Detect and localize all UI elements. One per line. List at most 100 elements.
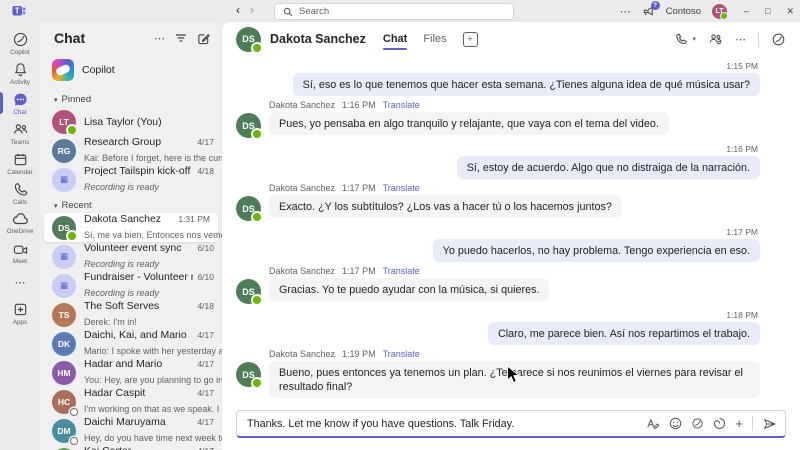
avatar[interactable]: DS [236,27,261,52]
rail-item-activity[interactable]: Activity [0,58,40,88]
message-time: 1:16 PM [726,144,758,154]
avatar: DK [52,332,76,356]
chat-timestamp: 4/17 [197,417,214,427]
forward-button[interactable]: › [250,3,254,17]
translate-link[interactable]: Translate [383,266,420,276]
sidebar-section-header[interactable]: ▾ Pinned [40,88,222,107]
status-available-icon [251,42,263,54]
chat-name: Hadar Caspit [84,387,193,399]
chat-list-item[interactable]: DM Daichi Maruyama 4/17 Hey, do you have… [40,416,222,445]
copilot-icon [12,31,29,48]
calendar-icon [12,151,29,168]
chevron-down-icon[interactable]: ▾ [692,35,696,43]
chat-list-item[interactable]: ▦ Project Tailspin kick-off 4/18 Recordi… [40,165,222,194]
sidebar-more-button[interactable]: ⋯ [154,32,165,45]
rail-item-calendar[interactable]: Calendar [0,148,40,178]
teams-logo-icon: T [12,4,26,18]
message-bubble[interactable]: Yo puedo hacerlos, no hay problema. Teng… [433,239,760,262]
chat-list-item[interactable]: DK Daichi, Kai, and Mario 4/17 Mario: I … [40,329,222,358]
presence-icon [70,408,78,416]
rail-item-apps[interactable]: Apps [0,298,40,328]
send-icon[interactable] [762,417,777,431]
teams-window: T ‹ › Search ⋯ ? Contoso LT – □ ✕ [0,0,800,450]
chat-list-item[interactable]: ▦ Fundraiser - Volunteer management ... … [40,271,222,300]
rail-item-onedrive[interactable]: OneDrive [0,208,40,238]
close-button[interactable]: ✕ [786,6,794,17]
help-badge: ? [651,1,660,10]
message-list: 1:15 PM Sí, eso es lo que tenemos que ha… [222,56,800,404]
rail-item-calls[interactable]: Calls [0,178,40,208]
add-people-button[interactable] [708,32,723,46]
message-bubble[interactable]: Pues, yo pensaba en algo tranquilo y rel… [269,112,669,135]
chat-list-item[interactable]: KC Kai Carter 4/17 You: Let me know when… [40,445,222,450]
tenant-name[interactable]: Contoso [666,6,701,17]
chat-list-item[interactable]: RG Research Group 4/17 Kai: Before I for… [40,136,222,165]
rail-item-copilot[interactable]: Copilot [0,28,40,58]
message-bubble[interactable]: Sí, estoy de acuerdo. Algo que no distra… [457,156,760,179]
message-time: 1:17 PM [342,183,376,193]
new-chat-icon[interactable] [197,32,210,45]
avatar: ▦ [52,168,76,192]
sidebar-section-header[interactable]: ▾ Recent [40,194,222,213]
avatar[interactable]: DS [236,113,261,138]
chat-list: Copilot ▾ Pinned LT Lisa Taylor (You) RG… [40,50,222,450]
chat-timestamp: 4/17 [197,137,214,147]
avatar[interactable]: DS [236,362,261,387]
tab-chat[interactable]: Chat [383,24,407,54]
translate-link[interactable]: Translate [383,349,420,359]
compose-box: + [236,410,786,438]
avatar: ▦ [52,245,76,269]
chat-list-item[interactable]: TS The Soft Serves 4/18 Derek: I'm in! [40,300,222,329]
loop-icon[interactable] [713,417,726,430]
sidebar-item-copilot[interactable]: Copilot [40,52,222,88]
rail-item-more[interactable]: ⋯ [0,268,40,298]
rail-item-teams[interactable]: Teams [0,118,40,148]
attach-plus-icon[interactable]: + [735,417,743,430]
conversation-more-button[interactable]: ⋯ [735,33,746,46]
avatar[interactable]: DS [236,196,261,221]
chat-list-item[interactable]: HM Hadar and Mario 4/17 You: Hey, are yo… [40,358,222,387]
message-bubble[interactable]: Exacto. ¿Y los subtítulos? ¿Los vas a ha… [269,195,622,218]
add-tab-button[interactable]: + [463,32,478,47]
titlebar-more-button[interactable]: ⋯ [620,5,631,18]
back-button[interactable]: ‹ [236,3,240,17]
rail-item-chat[interactable]: Chat [0,88,40,118]
user-avatar[interactable]: LT [712,4,727,19]
chat-name: Research Group [84,136,193,148]
message-input[interactable] [247,418,637,430]
chat-preview: You: Hey, are you planning to go into th… [84,375,222,385]
chat-name: Project Tailspin kick-off [84,165,193,177]
format-icon[interactable] [646,417,660,430]
message-bubble[interactable]: Gracias. Yo te puedo ayudar con la músic… [269,278,549,301]
emoji-icon[interactable] [669,417,682,430]
conversation-header: DS Dakota Sanchez Chat Files + ▾ ⋯ [222,22,800,56]
chat-preview: Recording is ready [84,182,159,192]
chat-list-item[interactable]: LT Lisa Taylor (You) [40,107,222,136]
message-time: 1:18 PM [726,310,758,320]
chat-preview: Hey, do you have time next week to sync … [84,433,222,443]
filter-icon[interactable] [175,33,187,43]
chat-list-item[interactable]: HC Hadar Caspit 4/17 I'm working on that… [40,387,222,416]
avatar: HM [52,361,76,385]
message-bubble[interactable]: Claro, me parece bien. Así nos repartimo… [488,322,760,345]
minimize-button[interactable]: – [744,6,749,17]
maximize-button[interactable]: □ [765,6,770,17]
call-button[interactable] [674,32,688,46]
translate-link[interactable]: Translate [383,183,420,193]
message-time: 1:17 PM [726,227,758,237]
copilot-icon[interactable] [691,417,704,430]
copilot-button[interactable] [771,32,786,47]
rail-item-meet[interactable]: Meet [0,238,40,268]
chat-preview: Derek: I'm in! [84,317,137,327]
tab-files[interactable]: Files [423,24,446,54]
message-time: 1:16 PM [342,100,376,110]
message-bubble[interactable]: Sí, eso es lo que tenemos que hacer esta… [293,73,760,96]
announcement-icon[interactable]: ? [642,5,655,17]
chat-list-item[interactable]: ▦ Volunteer event sync 6/10 Recording is… [40,242,222,271]
chat-list-item[interactable]: DS Dakota Sanchez 1:31 PM Sí, me va bien… [44,213,218,242]
video-camera-icon [12,242,29,257]
avatar[interactable]: DS [236,279,261,304]
search-input[interactable]: Search [274,3,514,20]
translate-link[interactable]: Translate [383,100,420,110]
message-time: 1:17 PM [342,266,376,276]
